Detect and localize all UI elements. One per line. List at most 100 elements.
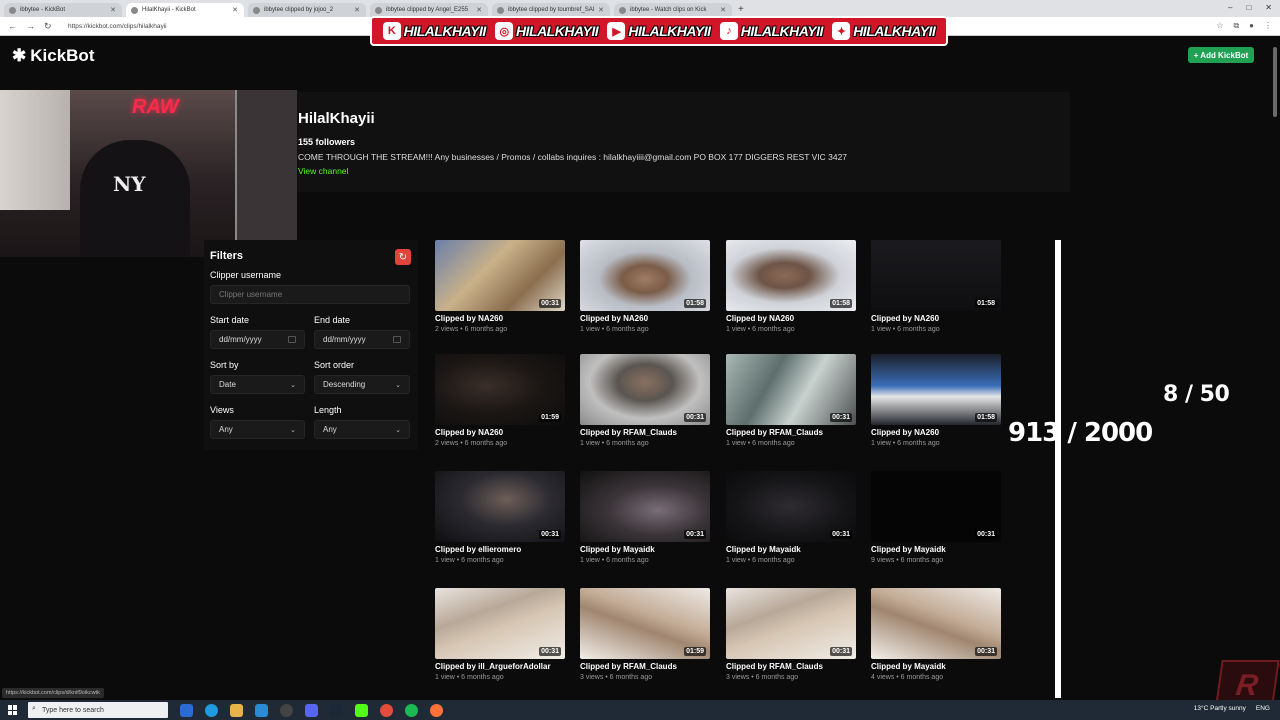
clip-card[interactable]: 00:31 Clipped by RFAM_Clauds 1 view • 6 mo… <box>580 354 710 458</box>
forward-icon[interactable]: → <box>26 21 36 31</box>
bookmark-star-icon[interactable]: ☆ <box>1216 21 1223 31</box>
clip-thumbnail[interactable]: 00:31 <box>871 471 1001 542</box>
weather-text[interactable]: 13°C Partly sunny <box>1194 705 1246 712</box>
browser-tab[interactable]: ibbytee clipped by Angel_E255 ✕ <box>370 3 488 17</box>
clip-title[interactable]: Clipped by RFAM_Clauds <box>726 428 823 437</box>
reload-icon[interactable]: ↻ <box>44 21 54 32</box>
clip-card[interactable]: 01:58 Clipped by NA260 1 view • 6 months a… <box>871 240 1001 344</box>
windows-start-icon[interactable] <box>8 705 18 715</box>
clip-title[interactable]: Clipped by RFAM_Clauds <box>726 662 823 671</box>
clip-title[interactable]: Clipped by NA260 <box>726 314 794 323</box>
clip-thumbnail[interactable]: 00:31 <box>726 354 856 425</box>
url-field[interactable]: https://kickbot.com/clips/hilalkhayii <box>68 23 167 30</box>
clip-thumbnail[interactable]: 01:58 <box>726 240 856 311</box>
obs-icon[interactable] <box>280 703 293 717</box>
clip-title[interactable]: Clipped by NA260 <box>435 314 503 323</box>
clip-title[interactable]: Clipped by Mayaidk <box>726 545 801 554</box>
clip-title[interactable]: Clipped by RFAM_Clauds <box>580 662 677 671</box>
clip-title[interactable]: Clipped by Mayaidk <box>871 545 946 554</box>
reset-filters-icon[interactable]: ↻ <box>395 249 411 265</box>
end-date-input[interactable]: dd/mm/yyyy <box>314 330 410 349</box>
browser-tab[interactable]: ibbytee clipped by jojoo_2 ✕ <box>248 3 366 17</box>
extensions-icon[interactable]: ⧉ <box>1233 21 1239 31</box>
spotify-icon[interactable] <box>405 703 418 717</box>
view-channel-link[interactable]: View channel <box>298 166 348 176</box>
calendar-icon[interactable] <box>288 336 296 343</box>
new-tab-icon[interactable]: + <box>738 4 744 15</box>
clip-card[interactable]: 00:31 Clipped by NA260 2 views • 6 months … <box>435 240 565 344</box>
length-select[interactable]: Any ⌄ <box>314 420 410 439</box>
kickbot-logo[interactable]: ✱ KickBot <box>12 46 94 66</box>
clip-card[interactable]: 00:31 Clipped by ill_ArgueforAdollar 1 vie… <box>435 588 565 692</box>
clip-card[interactable]: 01:58 Clipped by NA260 1 view • 6 months a… <box>580 240 710 344</box>
file-explorer-icon[interactable] <box>230 703 243 717</box>
clip-title[interactable]: Clipped by ill_ArgueforAdollar <box>435 662 551 671</box>
clip-card[interactable]: 01:59 Clipped by RFAM_Clauds 3 views • 6 m… <box>580 588 710 692</box>
clip-thumbnail[interactable]: 01:58 <box>871 240 1001 311</box>
chrome-icon[interactable] <box>380 703 393 717</box>
views-select[interactable]: Any ⌄ <box>210 420 305 439</box>
clip-card[interactable]: 01:59 Clipped by NA260 2 views • 6 months … <box>435 354 565 458</box>
clip-title[interactable]: Clipped by NA260 <box>871 428 939 437</box>
page-scrollbar[interactable] <box>1270 37 1280 700</box>
clipper-username-input[interactable]: Clipper username <box>210 285 410 304</box>
clip-title[interactable]: Clipped by NA260 <box>871 314 939 323</box>
clip-thumbnail[interactable]: 00:31 <box>580 471 710 542</box>
clip-card[interactable]: 00:31 Clipped by Mayaidk 4 views • 6 month… <box>871 588 1001 692</box>
clip-title[interactable]: Clipped by Mayaidk <box>580 545 655 554</box>
clip-card[interactable]: 00:31 Clipped by Mayaidk 1 view • 6 months… <box>726 471 856 575</box>
back-icon[interactable]: ← <box>8 21 18 31</box>
discord-icon[interactable] <box>305 703 318 717</box>
clip-title[interactable]: Clipped by Mayaidk <box>871 662 946 671</box>
clip-thumbnail[interactable]: 01:58 <box>580 240 710 311</box>
menu-icon[interactable]: ⋮ <box>1264 21 1272 31</box>
close-tab-icon[interactable]: ✕ <box>232 6 238 14</box>
clip-thumbnail[interactable]: 01:59 <box>580 588 710 659</box>
clip-card[interactable]: 00:31 Clipped by ellieromero 1 view • 6 mo… <box>435 471 565 575</box>
store-icon[interactable] <box>255 703 268 717</box>
clip-title[interactable]: Clipped by NA260 <box>435 428 503 437</box>
maximize-icon[interactable]: □ <box>1246 3 1251 12</box>
clip-title[interactable]: Clipped by ellieromero <box>435 545 521 554</box>
clip-card[interactable]: 00:31 Clipped by RFAM_Clauds 3 views • 6 m… <box>726 588 856 692</box>
close-tab-icon[interactable]: ✕ <box>354 6 360 14</box>
profile-icon[interactable]: ● <box>1249 21 1254 31</box>
clip-title[interactable]: Clipped by NA260 <box>580 314 648 323</box>
clip-thumbnail[interactable]: 00:31 <box>435 471 565 542</box>
task-view-icon[interactable] <box>180 703 193 717</box>
calendar-icon[interactable] <box>393 336 401 343</box>
clip-card[interactable]: 00:31 Clipped by RFAM_Clauds 1 view • 6 mo… <box>726 354 856 458</box>
language-indicator[interactable]: ENG <box>1256 705 1270 712</box>
browser-tab[interactable]: ibbytee clipped by toumbref_SAI ✕ <box>492 3 610 17</box>
clip-card[interactable]: 01:58 Clipped by NA260 1 view • 6 months a… <box>871 354 1001 458</box>
close-tab-icon[interactable]: ✕ <box>598 6 604 14</box>
clip-thumbnail[interactable]: 01:59 <box>435 354 565 425</box>
clip-list-scrollbar[interactable] <box>1055 240 1061 698</box>
add-kickbot-button[interactable]: + Add KickBot <box>1188 47 1254 63</box>
clip-card[interactable]: 00:31 Clipped by Mayaidk 1 view • 6 months… <box>580 471 710 575</box>
browser-tab[interactable]: ibbytee - KickBot ✕ <box>4 3 122 17</box>
clip-thumbnail[interactable]: 00:31 <box>871 588 1001 659</box>
firefox-icon[interactable] <box>430 703 443 717</box>
clip-thumbnail[interactable]: 00:31 <box>726 471 856 542</box>
sort-order-select[interactable]: Descending ⌄ <box>314 375 410 394</box>
close-tab-icon[interactable]: ✕ <box>476 6 482 14</box>
clip-thumbnail[interactable]: 00:31 <box>580 354 710 425</box>
close-tab-icon[interactable]: ✕ <box>110 6 116 14</box>
start-date-input[interactable]: dd/mm/yyyy <box>210 330 305 349</box>
clip-title[interactable]: Clipped by RFAM_Clauds <box>580 428 677 437</box>
close-tab-icon[interactable]: ✕ <box>720 6 726 14</box>
clip-thumbnail[interactable]: 00:31 <box>435 588 565 659</box>
kick-app-icon[interactable] <box>355 703 368 717</box>
page-scrollbar-thumb[interactable] <box>1273 47 1277 117</box>
clip-thumbnail[interactable]: 01:58 <box>871 354 1001 425</box>
browser-tab-active[interactable]: HilalKhayii - KickBot ✕ <box>126 3 244 17</box>
sort-by-select[interactable]: Date ⌄ <box>210 375 305 394</box>
steam-icon[interactable] <box>330 703 343 717</box>
browser-tab[interactable]: ibbytee - Watch clips on Kick ✕ <box>614 3 732 17</box>
clip-thumbnail[interactable]: 00:31 <box>726 588 856 659</box>
taskbar-search[interactable]: ⌕ Type here to search <box>28 702 168 718</box>
clip-card[interactable]: 01:58 Clipped by NA260 1 view • 6 months a… <box>726 240 856 344</box>
clip-thumbnail[interactable]: 00:31 <box>435 240 565 311</box>
close-window-icon[interactable]: ✕ <box>1265 3 1272 12</box>
